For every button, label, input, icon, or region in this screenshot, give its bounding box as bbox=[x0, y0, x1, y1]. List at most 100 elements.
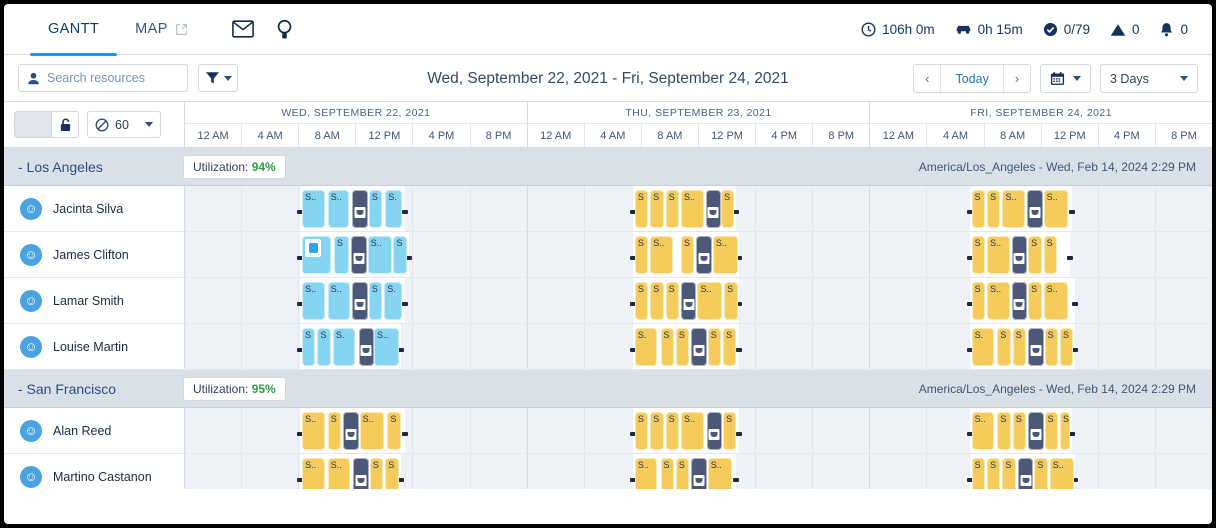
break-bar[interactable] bbox=[706, 412, 723, 450]
shift-bar[interactable]: S. bbox=[384, 282, 402, 320]
break-bar[interactable] bbox=[353, 458, 369, 489]
shift-bar[interactable]: S.. bbox=[650, 236, 673, 274]
break-bar[interactable] bbox=[1028, 412, 1044, 450]
shift-bar[interactable]: S.. bbox=[681, 412, 704, 450]
gantt-lane[interactable]: S S S. S.. S. S S S S S. S S S S bbox=[185, 324, 1212, 369]
shift-bar-selected[interactable] bbox=[302, 236, 331, 274]
shift-bar[interactable]: S bbox=[1044, 328, 1058, 366]
shift-bar[interactable]: S.. bbox=[327, 282, 351, 320]
shift-bar[interactable]: S bbox=[1060, 328, 1074, 366]
shift-bar[interactable]: S. bbox=[332, 328, 356, 366]
tab-gantt[interactable]: GANTT bbox=[30, 4, 118, 56]
resource-cell[interactable]: ☺ James Clifton bbox=[4, 232, 185, 277]
shift-bar[interactable]: S bbox=[724, 282, 738, 320]
shift-bar[interactable]: S.. bbox=[712, 236, 738, 274]
shift-bar[interactable]: S bbox=[1043, 236, 1057, 274]
shift-bar[interactable]: S.. bbox=[1043, 282, 1069, 320]
interval-dropdown[interactable]: 60 bbox=[87, 111, 161, 138]
shift-bar[interactable]: S bbox=[987, 458, 1001, 489]
shift-bar[interactable]: S bbox=[387, 412, 401, 450]
break-bar[interactable] bbox=[681, 282, 697, 320]
shift-bar[interactable]: S bbox=[369, 458, 384, 489]
shift-bar[interactable]: S bbox=[971, 190, 986, 228]
break-bar[interactable] bbox=[1028, 328, 1044, 366]
shift-bar[interactable]: S bbox=[1012, 412, 1027, 450]
shift-bar[interactable]: S bbox=[634, 190, 649, 228]
shift-bar[interactable]: S bbox=[634, 412, 649, 450]
status-warnings[interactable]: 0 bbox=[1100, 22, 1150, 37]
shift-bar[interactable]: S bbox=[971, 458, 986, 489]
shift-bar[interactable]: S.. bbox=[987, 236, 1010, 274]
shift-bar[interactable]: S bbox=[634, 236, 649, 274]
shift-bar[interactable]: S bbox=[681, 236, 695, 274]
shift-bar[interactable]: S.. bbox=[697, 282, 723, 320]
shift-bar[interactable]: S bbox=[660, 328, 674, 366]
next-period-button[interactable]: › bbox=[1002, 65, 1030, 92]
shift-bar[interactable]: S bbox=[1060, 412, 1071, 450]
resource-cell[interactable]: ☺ Martino Castanon bbox=[4, 454, 185, 489]
shift-bar[interactable]: S bbox=[665, 190, 679, 228]
resource-cell[interactable]: ☺ Jacinta Silva bbox=[4, 186, 185, 231]
gantt-lane[interactable]: S.. S.. S S. S S S S.. S S S S.. S.. bbox=[185, 186, 1212, 231]
break-bar[interactable] bbox=[352, 282, 368, 320]
shift-bar[interactable]: S bbox=[1044, 412, 1058, 450]
resource-cell[interactable]: ☺ Lamar Smith bbox=[4, 278, 185, 323]
shift-bar[interactable]: S.. bbox=[681, 190, 704, 228]
break-bar[interactable] bbox=[691, 458, 707, 489]
break-bar[interactable] bbox=[1011, 282, 1028, 320]
filter-button[interactable] bbox=[198, 64, 238, 92]
shift-bar[interactable]: S.. bbox=[302, 458, 325, 489]
shift-bar[interactable]: S.. bbox=[367, 236, 393, 274]
status-notifications[interactable]: 0 bbox=[1149, 22, 1198, 38]
shift-bar[interactable]: S.. bbox=[327, 190, 350, 228]
shift-bar[interactable]: S bbox=[971, 236, 986, 274]
shift-bar[interactable]: S bbox=[660, 458, 674, 489]
status-hours[interactable]: 106h 0m bbox=[851, 22, 945, 37]
shift-bar[interactable]: S bbox=[1028, 236, 1042, 274]
shift-bar[interactable]: S bbox=[1028, 282, 1042, 320]
shift-bar[interactable]: S.. bbox=[987, 282, 1010, 320]
gantt-lane[interactable]: S S.. S S S.. S S.. S S.. S S bbox=[185, 232, 1212, 277]
resource-cell[interactable]: ☺ Alan Reed bbox=[4, 408, 185, 453]
break-bar[interactable] bbox=[1011, 236, 1028, 274]
shift-bar[interactable]: S bbox=[1034, 458, 1048, 489]
shift-bar[interactable]: S bbox=[327, 412, 342, 450]
shift-bar[interactable]: S bbox=[368, 282, 383, 320]
shift-bar[interactable]: S.. bbox=[1002, 190, 1026, 228]
shift-bar[interactable]: S.. bbox=[327, 458, 351, 489]
shift-bar[interactable]: S bbox=[1012, 328, 1027, 366]
break-bar[interactable] bbox=[1017, 458, 1034, 489]
shift-bar[interactable]: S. bbox=[971, 328, 995, 366]
shift-bar[interactable]: S bbox=[723, 412, 737, 450]
gantt-lane[interactable]: S.. S.. S S S.. S S S.. S S S S S.. bbox=[185, 454, 1212, 489]
shift-bar[interactable]: S bbox=[997, 328, 1011, 366]
tab-map[interactable]: MAP bbox=[117, 4, 206, 55]
group-name[interactable]: - Los Angeles bbox=[4, 159, 185, 175]
shift-bar[interactable]: S bbox=[333, 236, 350, 274]
shift-bar[interactable]: S bbox=[675, 328, 690, 366]
shift-bar[interactable]: S bbox=[368, 190, 383, 228]
shift-bar[interactable]: S.. bbox=[707, 458, 733, 489]
prev-period-button[interactable]: ‹ bbox=[914, 65, 940, 92]
shift-bar[interactable]: S.. bbox=[359, 412, 385, 450]
break-bar[interactable] bbox=[691, 328, 707, 366]
lightbulb-icon[interactable] bbox=[276, 19, 293, 40]
shift-bar[interactable]: S.. bbox=[1049, 458, 1075, 489]
shift-bar[interactable]: S bbox=[723, 328, 737, 366]
shift-bar[interactable]: S bbox=[1002, 458, 1016, 489]
shift-bar[interactable]: S bbox=[634, 282, 649, 320]
shift-bar[interactable]: S bbox=[675, 458, 690, 489]
resource-cell[interactable]: ☺ Louise Martin bbox=[4, 324, 185, 369]
shift-bar[interactable]: S bbox=[393, 236, 407, 274]
break-bar[interactable] bbox=[1027, 190, 1043, 228]
shift-bar[interactable]: S. bbox=[634, 328, 658, 366]
break-bar[interactable] bbox=[352, 190, 368, 228]
break-bar[interactable] bbox=[358, 328, 374, 366]
mail-icon[interactable] bbox=[231, 20, 254, 38]
shift-bar[interactable]: S bbox=[650, 412, 664, 450]
search-input[interactable]: Search resources bbox=[18, 64, 188, 92]
shift-bar[interactable]: S bbox=[665, 412, 679, 450]
shift-bar[interactable]: S bbox=[385, 458, 399, 489]
today-button[interactable]: Today bbox=[940, 65, 1002, 92]
shift-bar[interactable]: S.. bbox=[1043, 190, 1069, 228]
